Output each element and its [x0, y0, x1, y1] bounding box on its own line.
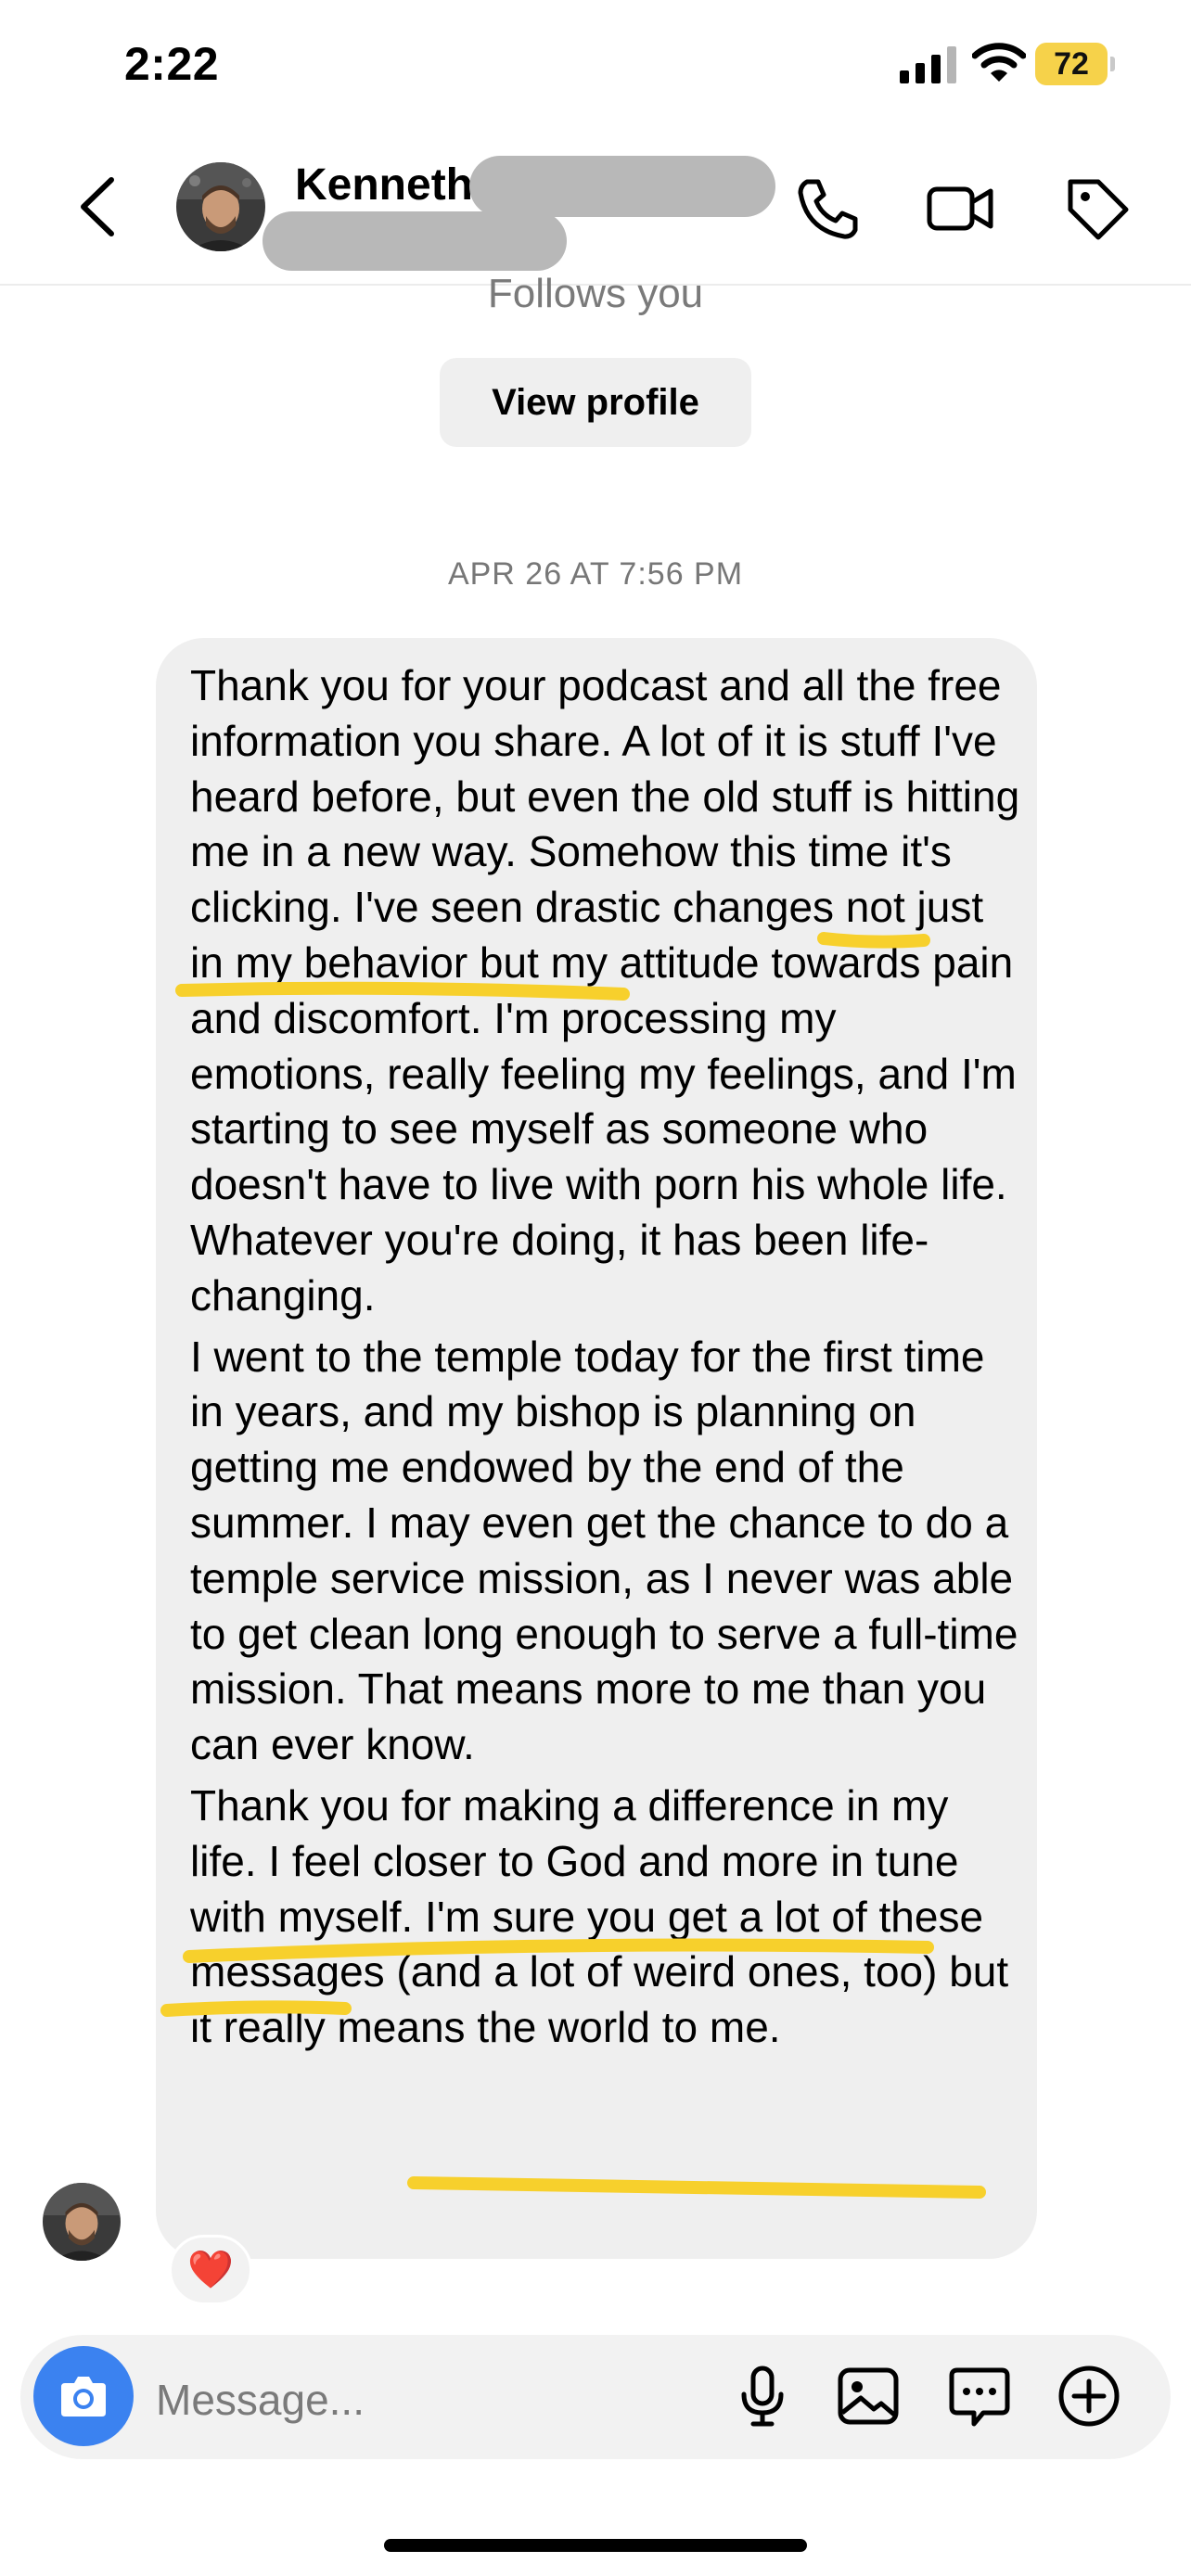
message-paragraph: Thank you for your podcast and all the f… [190, 661, 1020, 1320]
phone-icon[interactable] [794, 174, 863, 243]
message-paragraph: I went to the temple today for the first… [190, 1332, 1018, 1769]
status-time: 2:22 [124, 38, 220, 90]
sender-avatar[interactable] [43, 2183, 121, 2261]
image-icon[interactable] [835, 2363, 902, 2429]
contact-avatar[interactable] [176, 162, 265, 251]
message-input[interactable] [156, 2372, 712, 2428]
home-indicator [384, 2539, 807, 2552]
heart-reaction[interactable]: ❤️ [169, 2235, 252, 2305]
redacted-username-block [263, 211, 567, 271]
camera-icon [61, 2377, 106, 2417]
view-profile-button[interactable]: View profile [440, 358, 751, 447]
microphone-icon[interactable] [729, 2363, 796, 2429]
cellular-signal-icon [900, 46, 956, 83]
redacted-name-block [469, 156, 775, 217]
wifi-icon [972, 43, 1026, 82]
camera-button[interactable] [33, 2346, 134, 2446]
contact-name[interactable]: Kenneth [295, 159, 473, 210]
message-timestamp: APR 26 AT 7:56 PM [447, 556, 744, 592]
battery-icon: 72 [1035, 43, 1115, 85]
battery-level: 72 [1035, 43, 1108, 85]
message-paragraph: Thank you for making a difference in my … [190, 1780, 1009, 2052]
follows-you-label: Follows you [487, 271, 704, 316]
message-text: Thank you for your podcast and all the f… [190, 658, 1025, 2056]
plus-icon[interactable] [1056, 2363, 1122, 2429]
back-chevron-icon[interactable] [76, 176, 119, 237]
video-camera-icon[interactable] [926, 174, 994, 243]
tag-icon[interactable] [1063, 174, 1132, 243]
sticker-chat-icon[interactable] [946, 2363, 1013, 2429]
